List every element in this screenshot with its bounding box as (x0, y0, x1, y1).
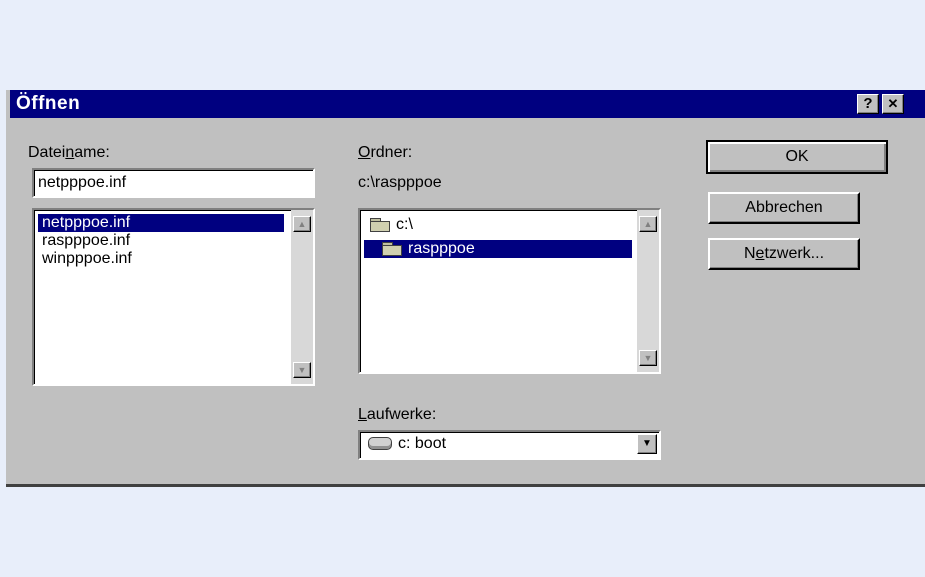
title-bar[interactable]: Öffnen ? ✕ (10, 90, 925, 118)
current-path: c:\raspppoe (358, 174, 442, 191)
folder-icon (382, 242, 402, 257)
filename-input[interactable]: netpppoe.inf (32, 168, 315, 198)
ok-button[interactable]: OK (706, 140, 888, 174)
close-button[interactable]: ✕ (882, 94, 904, 114)
scroll-up-icon[interactable]: ▲ (639, 216, 657, 232)
open-dialog: Öffnen ? ✕ Dateiname: netpppoe.inf netpp… (6, 90, 925, 487)
file-list-scrollbar[interactable]: ▲ ▼ (291, 210, 313, 384)
drives-label: Laufwerke: (358, 406, 437, 423)
scroll-up-icon[interactable]: ▲ (293, 216, 311, 232)
folder-icon (370, 218, 390, 233)
tree-item-raspppoe[interactable]: raspppoe (364, 240, 632, 258)
list-item[interactable]: raspppoe.inf (38, 232, 134, 250)
folder-tree[interactable]: c:\ raspppoe ▲ ▼ (358, 208, 661, 374)
scroll-down-icon[interactable]: ▼ (293, 362, 311, 378)
drive-select-value: c: boot (398, 435, 447, 452)
list-item[interactable]: netpppoe.inf (38, 214, 284, 232)
list-item[interactable]: winpppoe.inf (38, 250, 136, 268)
scroll-down-icon[interactable]: ▼ (639, 350, 657, 366)
tree-item-root[interactable]: c:\ (366, 216, 417, 234)
folder-label: Ordner: (358, 144, 413, 161)
cancel-button[interactable]: Abbrechen (708, 192, 860, 224)
dialog-title: Öffnen (16, 93, 81, 114)
folder-tree-scrollbar[interactable]: ▲ ▼ (637, 210, 659, 372)
help-button[interactable]: ? (857, 94, 879, 114)
file-list[interactable]: netpppoe.inf raspppoe.inf winpppoe.inf ▲… (32, 208, 315, 386)
filename-label: Dateiname: (28, 144, 110, 161)
network-button[interactable]: Netzwerk... (708, 238, 860, 270)
chevron-down-icon[interactable]: ▼ (637, 434, 657, 454)
drive-select[interactable]: c: boot ▼ (358, 430, 661, 460)
drive-icon (368, 437, 392, 451)
